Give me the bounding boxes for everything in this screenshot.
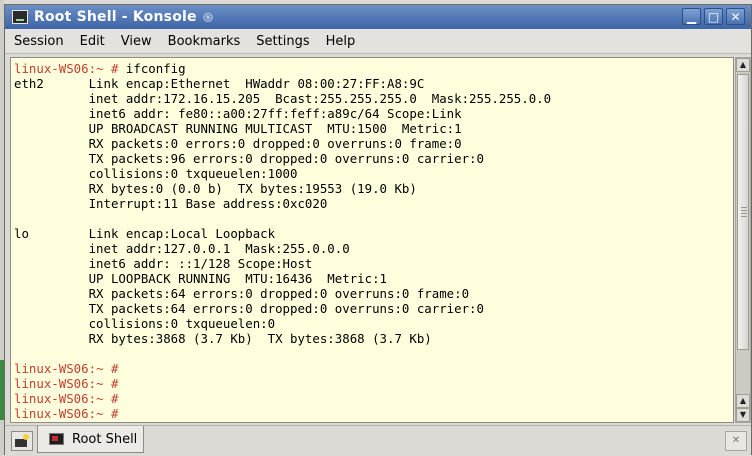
scroll-up-button[interactable]: ▲ xyxy=(736,58,750,72)
shell-prompt: linux-WS06:~ # xyxy=(14,391,126,406)
title-bar[interactable]: Root Shell - Konsole ֍ ▁ □ ✕ xyxy=(5,5,751,29)
terminal-line: linux-WS06:~ # ifconfig xyxy=(14,61,186,76)
terminal-line: eth2 Link encap:Ethernet HWaddr 08:00:27… xyxy=(14,76,425,91)
grip-line xyxy=(741,207,747,208)
scroll-down-button[interactable]: ▼ xyxy=(736,408,750,422)
command-text: ifconfig xyxy=(125,61,186,76)
window-title: Root Shell - Konsole xyxy=(34,9,197,25)
terminal-line: inet6 addr: fe80::a00:27ff:feff:a89c/64 … xyxy=(14,106,462,121)
minimize-button[interactable]: ▁ xyxy=(682,8,701,25)
grip-line xyxy=(741,216,747,217)
window-controls: ▁ □ ✕ xyxy=(682,8,745,25)
menu-settings[interactable]: Settings xyxy=(249,34,316,49)
terminal-line: inet addr:127.0.0.1 Mask:255.0.0.0 xyxy=(14,241,350,256)
terminal-line: TX packets:96 errors:0 dropped:0 overrun… xyxy=(14,151,484,166)
shell-prompt: linux-WS06:~ # xyxy=(14,376,126,391)
terminal-line: RX packets:0 errors:0 dropped:0 overruns… xyxy=(14,136,462,151)
grip-line xyxy=(741,210,747,211)
terminal-output: linux-WS06:~ # ifconfig eth2 Link encap:… xyxy=(14,61,551,421)
menu-help[interactable]: Help xyxy=(319,34,363,49)
shell-prompt: linux-WS06:~ # xyxy=(14,406,126,421)
terminal-line: RX packets:64 errors:0 dropped:0 overrun… xyxy=(14,286,470,301)
maximize-button[interactable]: □ xyxy=(704,8,723,25)
shell-icon xyxy=(49,433,64,445)
terminal-line: RX bytes:0 (0.0 b) TX bytes:19553 (19.0 … xyxy=(14,181,417,196)
terminal-line: linux-WS06:~ # xyxy=(14,361,126,376)
shell-prompt: linux-WS06:~ # xyxy=(14,361,126,376)
terminal-line: UP LOOPBACK RUNNING MTU:16436 Metric:1 xyxy=(14,271,387,286)
menu-edit[interactable]: Edit xyxy=(73,34,112,49)
menu-bar: Session Edit View Bookmarks Settings Hel… xyxy=(5,29,751,54)
tab-root-shell[interactable]: Root Shell xyxy=(37,426,144,453)
terminal-line: linux-WS06:~ # xyxy=(14,376,126,391)
shell-prompt: linux-WS06:~ # xyxy=(14,61,126,76)
scroll-track[interactable] xyxy=(736,72,750,394)
terminal-line: collisions:0 txqueuelen:1000 xyxy=(14,166,298,181)
close-button[interactable]: ✕ xyxy=(726,8,745,25)
terminal-line: inet addr:172.16.15.205 Bcast:255.255.25… xyxy=(14,91,552,106)
konsole-window: Root Shell - Konsole ֍ ▁ □ ✕ Session Edi… xyxy=(4,4,752,456)
terminal-display[interactable]: linux-WS06:~ # ifconfig eth2 Link encap:… xyxy=(10,57,734,423)
terminal-icon[interactable] xyxy=(12,10,28,24)
menu-session[interactable]: Session xyxy=(7,34,71,49)
terminal-line: inet6 addr: ::1/128 Scope:Host xyxy=(14,256,313,271)
terminal-line: Interrupt:11 Base address:0xc020 xyxy=(14,196,328,211)
menu-view[interactable]: View xyxy=(114,34,159,49)
scroll-thumb[interactable] xyxy=(737,74,749,350)
session-tab-bar: Root Shell ✕ xyxy=(5,425,751,456)
spiral-icon: ֍ xyxy=(202,11,214,26)
new-session-icon[interactable] xyxy=(11,431,33,451)
terminal-line: TX packets:64 errors:0 dropped:0 overrun… xyxy=(14,301,484,316)
terminal-line: lo Link encap:Local Loopback xyxy=(14,226,276,241)
tab-label: Root Shell xyxy=(72,431,138,447)
terminal-line: RX bytes:3868 (3.7 Kb) TX bytes:3868 (3.… xyxy=(14,331,432,346)
terminal-line: collisions:0 txqueuelen:0 xyxy=(14,316,276,331)
scroll-up-button-lower[interactable]: ▲ xyxy=(736,394,750,408)
terminal-line: linux-WS06:~ # xyxy=(14,391,126,406)
vertical-scrollbar[interactable]: ▲ ▲ ▼ xyxy=(735,57,751,423)
grip-line xyxy=(741,213,747,214)
menu-bookmarks[interactable]: Bookmarks xyxy=(161,34,248,49)
close-session-icon[interactable]: ✕ xyxy=(725,431,747,451)
terminal-line: UP BROADCAST RUNNING MULTICAST MTU:1500 … xyxy=(14,121,462,136)
terminal-line: linux-WS06:~ # xyxy=(14,406,126,421)
